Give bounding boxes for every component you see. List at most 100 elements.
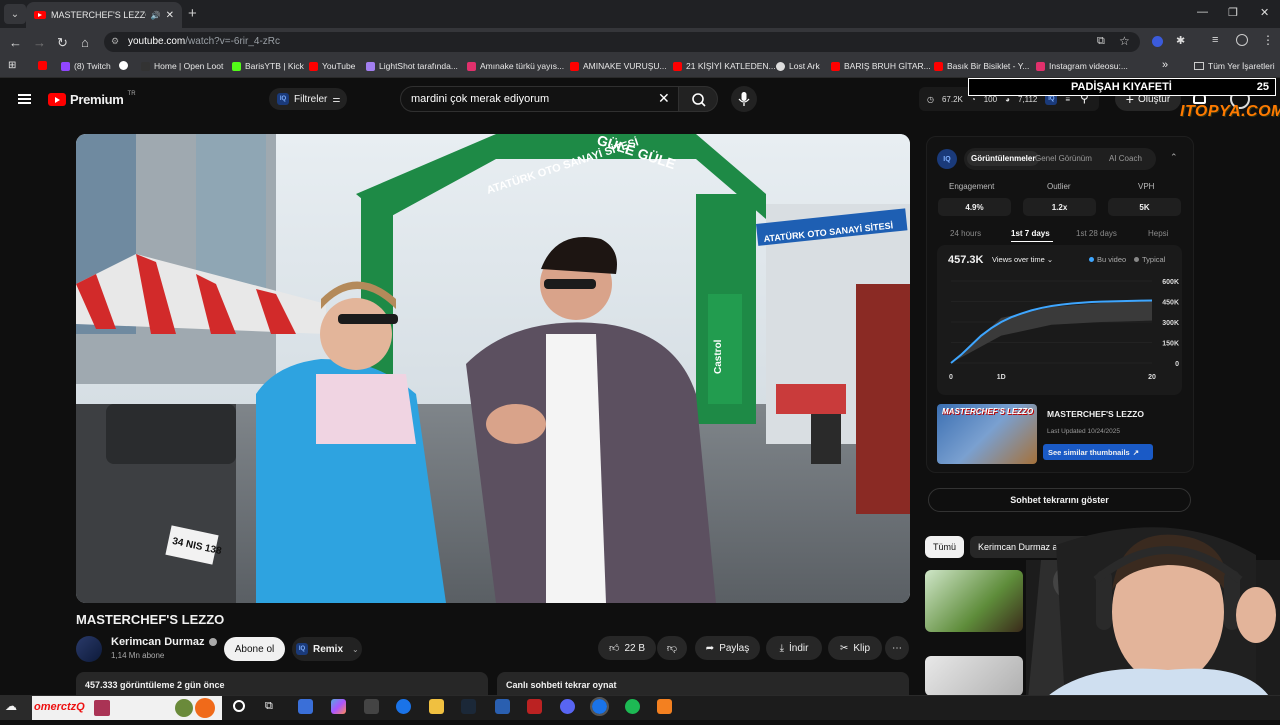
bookmark-aminake[interactable]: AMINAKE VURUŞU... bbox=[570, 61, 667, 71]
channel-avatar[interactable] bbox=[76, 636, 102, 662]
cloudflare-icon[interactable] bbox=[657, 699, 672, 714]
filters-button[interactable]: IQ Filtreler ⚌ bbox=[269, 88, 347, 110]
media-control-icon[interactable]: ≡ bbox=[1212, 34, 1218, 46]
bookmark-icon-only[interactable] bbox=[38, 61, 47, 70]
browser-tab-active[interactable]: MASTERCHEF'S LEZZO - Yo 🔊 ✕ bbox=[26, 2, 182, 28]
task-view-icon[interactable]: ⧉ bbox=[265, 700, 273, 713]
search-input[interactable]: mardini çok merak ediyorum bbox=[400, 86, 680, 112]
extension-iq-icon[interactable] bbox=[1152, 36, 1163, 47]
menu-icon[interactable] bbox=[18, 94, 31, 104]
browser-menu-icon[interactable]: ⋮ bbox=[1262, 33, 1274, 47]
extensions-icon[interactable]: ✱ bbox=[1176, 34, 1185, 47]
external-link-icon: ↗ bbox=[1132, 447, 1139, 457]
clip-label: Klip bbox=[853, 642, 871, 654]
range-all[interactable]: Hepsi bbox=[1148, 229, 1168, 238]
metric-vph: 5K bbox=[1108, 198, 1181, 216]
bookmark-lostark[interactable]: Lost Ark bbox=[776, 61, 820, 71]
app-icon-1[interactable] bbox=[298, 699, 313, 714]
download-button[interactable]: ⤓ İndir bbox=[766, 636, 822, 660]
site-info-icon[interactable]: ⚙ bbox=[111, 36, 119, 47]
similar-thumbnails-button[interactable]: See similar thumbnails ↗ bbox=[1043, 444, 1153, 460]
bookmark-baris-bruh[interactable]: BARIŞ BRUH GİTAR... bbox=[831, 61, 931, 71]
tab-ai-coach[interactable]: AI Coach bbox=[1109, 154, 1142, 163]
tab-close-icon[interactable]: ✕ bbox=[166, 10, 174, 21]
video-thumbnail[interactable]: MASTERCHEF'S LEZZO bbox=[937, 404, 1037, 464]
minimize-icon[interactable]: — bbox=[1197, 6, 1208, 18]
openloot-icon bbox=[141, 61, 150, 71]
show-chat-replay-button[interactable]: Sohbet tekrarını göster bbox=[928, 488, 1191, 512]
bookmark-21kisi[interactable]: 21 KİŞİYİ KATLEDEN... bbox=[673, 61, 776, 71]
remix-button[interactable]: IQ Remix ⌄ bbox=[292, 637, 362, 661]
apps-icon[interactable]: ⊞ bbox=[8, 60, 16, 71]
logo-text: Premium bbox=[70, 92, 124, 107]
chrome-icon bbox=[119, 61, 128, 70]
microphone-icon bbox=[738, 92, 750, 106]
video-player[interactable]: ATATÜRK OTO SANAYİ SİTESİ GÜLE GÜLE Cast… bbox=[76, 134, 910, 603]
file-explorer-icon[interactable] bbox=[429, 699, 444, 714]
more-actions-button[interactable]: ⋯ bbox=[885, 636, 909, 660]
audio-icon[interactable]: 🔊 bbox=[151, 11, 161, 20]
bookmark-star-icon[interactable]: ☆ bbox=[1119, 34, 1130, 48]
share-button[interactable]: ➦ Paylaş bbox=[695, 636, 760, 660]
taskbar-widget[interactable]: ☁ bbox=[0, 696, 32, 720]
bookmark-kick[interactable]: BarisYTB | Kick bbox=[232, 61, 304, 71]
bookmark-instagram-2[interactable]: Instagram videosu:... bbox=[1036, 61, 1128, 71]
bookmark-twitch[interactable]: (8) Twitch bbox=[61, 61, 111, 71]
search-button[interactable] bbox=[678, 86, 718, 112]
reload-icon[interactable]: ↻ bbox=[57, 35, 68, 51]
voice-search-button[interactable] bbox=[731, 86, 757, 112]
app-icon-2[interactable] bbox=[495, 699, 510, 714]
bookmark-youtube[interactable]: YouTube bbox=[309, 61, 355, 71]
new-tab-button[interactable]: + bbox=[188, 5, 197, 22]
range-24h[interactable]: 24 hours bbox=[950, 229, 981, 238]
back-icon[interactable]: ← bbox=[9, 35, 22, 50]
bookmark-lightshot[interactable]: LightShot tarafında... bbox=[366, 61, 458, 71]
channel-name-link[interactable]: Kerimcan Durmaz bbox=[111, 636, 217, 648]
chrome-taskbar-icon[interactable] bbox=[396, 699, 411, 714]
bookmark-chrome[interactable] bbox=[119, 61, 128, 70]
youtube-logo[interactable]: Premium TR bbox=[48, 91, 136, 107]
start-circle-icon[interactable] bbox=[233, 700, 245, 712]
discord-icon[interactable] bbox=[560, 699, 575, 714]
collapse-icon[interactable]: ⌃ bbox=[1170, 152, 1178, 163]
range-28d[interactable]: 1st 28 days bbox=[1076, 229, 1117, 238]
all-bookmarks[interactable]: Tüm Yer İşaretleri bbox=[1194, 61, 1275, 71]
instagram-icon bbox=[1036, 61, 1045, 71]
channel-name: Kerimcan Durmaz bbox=[111, 636, 205, 648]
range-7d[interactable]: 1st 7 days bbox=[1011, 229, 1050, 238]
copilot-icon[interactable] bbox=[331, 699, 346, 714]
bookmark-bisiklet[interactable]: Basık Bir Bisiklet - Y... bbox=[934, 61, 1029, 71]
more-bookmarks-icon[interactable]: » bbox=[1162, 59, 1168, 71]
bookmark-openloot[interactable]: Home | Open Loot bbox=[141, 61, 223, 71]
url-field[interactable]: youtube.com/watch?v=-6rir_4-zRc bbox=[104, 32, 1140, 52]
dislike-button[interactable]: 👎︎ bbox=[657, 636, 687, 660]
install-icon[interactable]: ⧉ bbox=[1097, 35, 1105, 48]
restore-icon[interactable]: ❐ bbox=[1228, 6, 1238, 19]
spotify-icon[interactable] bbox=[625, 699, 640, 714]
bookmark-label: BarisYTB | Kick bbox=[245, 61, 304, 71]
like-button[interactable]: 👍︎ 22 B bbox=[598, 636, 656, 660]
window-close-icon[interactable]: ✕ bbox=[1260, 6, 1269, 19]
tab-genel-gorunum[interactable]: Genel Görünüm bbox=[1035, 154, 1092, 163]
home-icon[interactable]: ⌂ bbox=[81, 35, 89, 50]
taskbar-image-icon bbox=[94, 700, 110, 716]
forward-icon[interactable]: → bbox=[33, 35, 46, 50]
clear-search-icon[interactable]: ✕ bbox=[658, 90, 670, 107]
orange-icon bbox=[195, 698, 215, 718]
subscribe-button[interactable]: Abone ol bbox=[224, 637, 285, 661]
twitch-icon bbox=[61, 61, 70, 71]
tab-search-button[interactable]: ⌄ bbox=[4, 4, 26, 24]
taskbar-search-box[interactable]: omerctzQ bbox=[32, 696, 222, 720]
chart-dropdown[interactable]: Views over time ⌄ bbox=[992, 255, 1053, 264]
steam-icon[interactable] bbox=[461, 699, 476, 714]
bookmark-label: Lost Ark bbox=[789, 61, 820, 71]
tab-goruntulenmeler[interactable]: Görüntülenmeler bbox=[967, 151, 1040, 166]
bookmark-instagram-1[interactable]: Amınake türkü yayıs... bbox=[467, 61, 564, 71]
bookmark-label: LightShot tarafında... bbox=[379, 61, 458, 71]
clip-button[interactable]: ✂ Klip bbox=[828, 636, 882, 660]
store-icon[interactable] bbox=[364, 699, 379, 714]
chrome-active-icon[interactable] bbox=[590, 697, 609, 716]
app-icon-3[interactable] bbox=[527, 699, 542, 714]
metric-label: VPH bbox=[1138, 182, 1155, 191]
profile-icon[interactable] bbox=[1236, 34, 1248, 46]
